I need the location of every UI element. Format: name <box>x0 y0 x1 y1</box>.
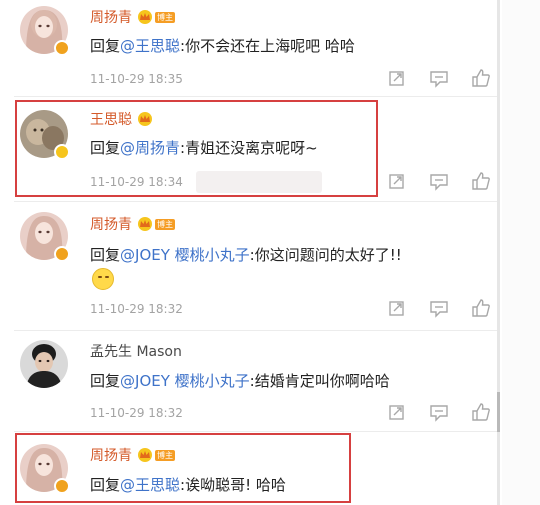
vip-badge: 博主 <box>155 218 175 230</box>
timestamp: 11-10-29 18:35 <box>90 72 183 86</box>
reply-label: 回复 <box>90 37 121 55</box>
verified-badge-icon <box>54 40 70 56</box>
reply-label: 回复 <box>90 372 121 390</box>
comment-feed: 周扬青 博主 回复@王思聪:你不会还在上海呢吧 哈哈 11-10-29 18:3… <box>0 0 540 505</box>
forward-icon[interactable] <box>386 403 408 423</box>
comment-body: :你这问题问的太好了!! <box>249 246 402 264</box>
like-icon[interactable] <box>470 298 492 318</box>
comment-text: 回复@王思聪:你不会还在上海呢吧 哈哈 <box>90 35 355 56</box>
comment-text: 回复@JOEY 樱桃小丸子:你这问题问的太好了!! <box>90 244 402 265</box>
name-line: 周扬青 博主 <box>90 214 175 234</box>
comment-item: 周扬青 博主 回复@王思聪:你不会还在上海呢吧 哈哈 11-10-29 18:3… <box>0 0 497 96</box>
comment-icon[interactable] <box>428 403 450 423</box>
grin-emoji-icon <box>92 268 114 290</box>
vip-badge: 博主 <box>155 11 175 23</box>
comment-icon[interactable] <box>428 172 450 192</box>
username[interactable]: 孟先生 Mason <box>90 341 182 361</box>
highlight-box <box>15 100 378 197</box>
timestamp: 11-10-29 18:32 <box>90 302 183 316</box>
comment-item: 周扬青 博主 回复@JOEY 樱桃小丸子:你这问题问的太好了!! 11-10-2… <box>0 202 497 330</box>
username[interactable]: 周扬青 <box>90 214 132 234</box>
name-line: 周扬青 博主 <box>90 7 175 27</box>
username[interactable]: 周扬青 <box>90 7 132 27</box>
comment-icon[interactable] <box>428 69 450 89</box>
highlight-box <box>15 433 351 503</box>
comment-body: :结婚肯定叫你啊哈哈 <box>249 372 390 390</box>
like-icon[interactable] <box>470 68 492 88</box>
verified-badge-icon <box>54 246 70 262</box>
forward-icon[interactable] <box>386 299 408 319</box>
right-gutter <box>502 0 540 505</box>
reply-label: 回复 <box>90 246 121 264</box>
forward-icon[interactable] <box>386 69 408 89</box>
scrollbar-thumb[interactable] <box>497 392 500 432</box>
like-icon[interactable] <box>470 171 492 191</box>
mention-link[interactable]: @JOEY 樱桃小丸子 <box>120 372 250 390</box>
comment-text: 回复@JOEY 樱桃小丸子:结婚肯定叫你啊哈哈 <box>90 370 390 391</box>
crown-icon <box>138 10 152 24</box>
forward-icon[interactable] <box>386 172 408 192</box>
avatar[interactable] <box>20 340 68 388</box>
comment-body: :你不会还在上海呢吧 哈哈 <box>180 37 355 55</box>
name-line: 孟先生 Mason <box>90 341 182 361</box>
mention-link[interactable]: @王思聪 <box>120 37 180 55</box>
mention-link[interactable]: @JOEY 樱桃小丸子 <box>120 246 250 264</box>
comment-icon[interactable] <box>428 299 450 319</box>
timestamp: 11-10-29 18:32 <box>90 406 183 420</box>
like-icon[interactable] <box>470 402 492 422</box>
comment-item: 孟先生 Mason 回复@JOEY 樱桃小丸子:结婚肯定叫你啊哈哈 11-10-… <box>0 331 497 431</box>
crown-icon <box>138 217 152 231</box>
